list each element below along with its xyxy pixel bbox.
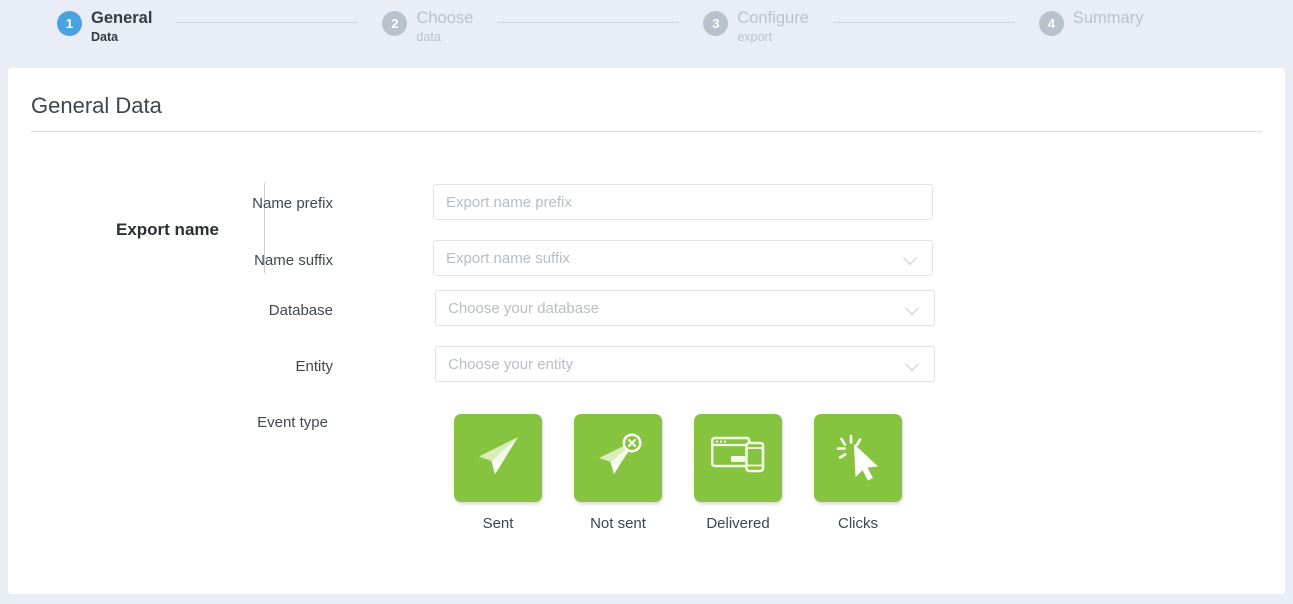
stepper-connector-1 (176, 22, 359, 23)
entity-placeholder: Choose your entity (448, 355, 574, 373)
name-suffix-placeholder: Export name suffix (446, 249, 570, 267)
step-4-text: Summary (1072, 9, 1144, 31)
step-2[interactable]: 2 Choose data (382, 0, 473, 44)
devices-icon (710, 434, 765, 483)
step-3-text: Configure export (737, 9, 809, 45)
cursor-click-icon (832, 430, 884, 487)
step-2-number: 2 (382, 11, 408, 36)
stepper-step-3[interactable]: 3 Configure export (703, 0, 809, 44)
event-tile-delivered-label: Delivered (706, 515, 770, 532)
stepper-step-2[interactable]: 2 Choose data (382, 0, 473, 44)
chevron-down-icon (904, 251, 918, 265)
stepper-connector-2 (497, 22, 680, 23)
stepper-step-4[interactable]: 4 Summary (1038, 0, 1144, 36)
step-1-subtitle: Data (91, 30, 119, 45)
step-1-text: General Data (91, 9, 153, 45)
database-select[interactable]: Choose your database (435, 290, 935, 326)
event-tile-not-sent-button[interactable] (574, 414, 662, 502)
step-1[interactable]: 1 General Data (57, 0, 152, 44)
step-1-number: 1 (57, 11, 82, 36)
name-prefix-label: Name prefix (252, 195, 333, 212)
chevron-down-icon (906, 357, 920, 371)
database-placeholder: Choose your database (448, 299, 599, 317)
step-2-subtitle: data (416, 30, 441, 45)
page-title: General Data (31, 93, 162, 118)
title-divider (31, 131, 1262, 132)
name-prefix-input[interactable]: Export name prefix (433, 184, 933, 220)
chevron-down-icon (906, 301, 920, 315)
general-data-card: General Data Export name Name prefix Exp… (8, 68, 1285, 594)
name-prefix-placeholder: Export name prefix (446, 193, 572, 211)
event-tile-clicks[interactable]: Clicks (814, 414, 902, 532)
entity-label: Entity (295, 358, 333, 375)
event-tile-delivered[interactable]: Delivered (694, 414, 782, 532)
paper-plane-cancel-icon (592, 430, 644, 487)
event-tile-sent-label: Sent (482, 515, 514, 532)
step-4-number: 4 (1038, 11, 1064, 36)
event-tile-not-sent[interactable]: Not sent (574, 414, 662, 532)
step-3-title: Configure (737, 9, 809, 27)
event-type-tiles: Sent Not sent Delivered Clicks (454, 414, 902, 532)
database-label: Database (268, 302, 333, 319)
step-4-title: Summary (1072, 9, 1144, 27)
step-4[interactable]: 4 Summary (1038, 0, 1144, 36)
event-tile-sent-button[interactable] (454, 414, 542, 502)
step-3-number: 3 (703, 11, 729, 36)
step-1-title: General (91, 9, 153, 27)
step-3[interactable]: 3 Configure export (703, 0, 809, 44)
event-tile-not-sent-label: Not sent (590, 515, 646, 532)
stepper-connector-3 (832, 22, 1015, 23)
paper-plane-icon (472, 430, 524, 487)
step-2-title: Choose (416, 9, 474, 27)
name-suffix-label: Name suffix (254, 252, 333, 269)
event-tile-sent[interactable]: Sent (454, 414, 542, 532)
export-name-section-label: Export name (116, 220, 219, 239)
event-tile-clicks-button[interactable] (814, 414, 902, 502)
step-3-subtitle: export (737, 30, 773, 45)
stepper-step-1[interactable]: 1 General Data (57, 0, 152, 44)
event-tile-clicks-label: Clicks (838, 515, 878, 532)
name-suffix-select[interactable]: Export name suffix (433, 240, 933, 276)
event-type-label: Event type (257, 414, 328, 431)
step-2-text: Choose data (416, 9, 474, 45)
wizard-stepper: 1 General Data 2 Choose data 3 Configure… (0, 0, 1293, 68)
entity-select[interactable]: Choose your entity (435, 346, 935, 382)
event-tile-delivered-button[interactable] (694, 414, 782, 502)
